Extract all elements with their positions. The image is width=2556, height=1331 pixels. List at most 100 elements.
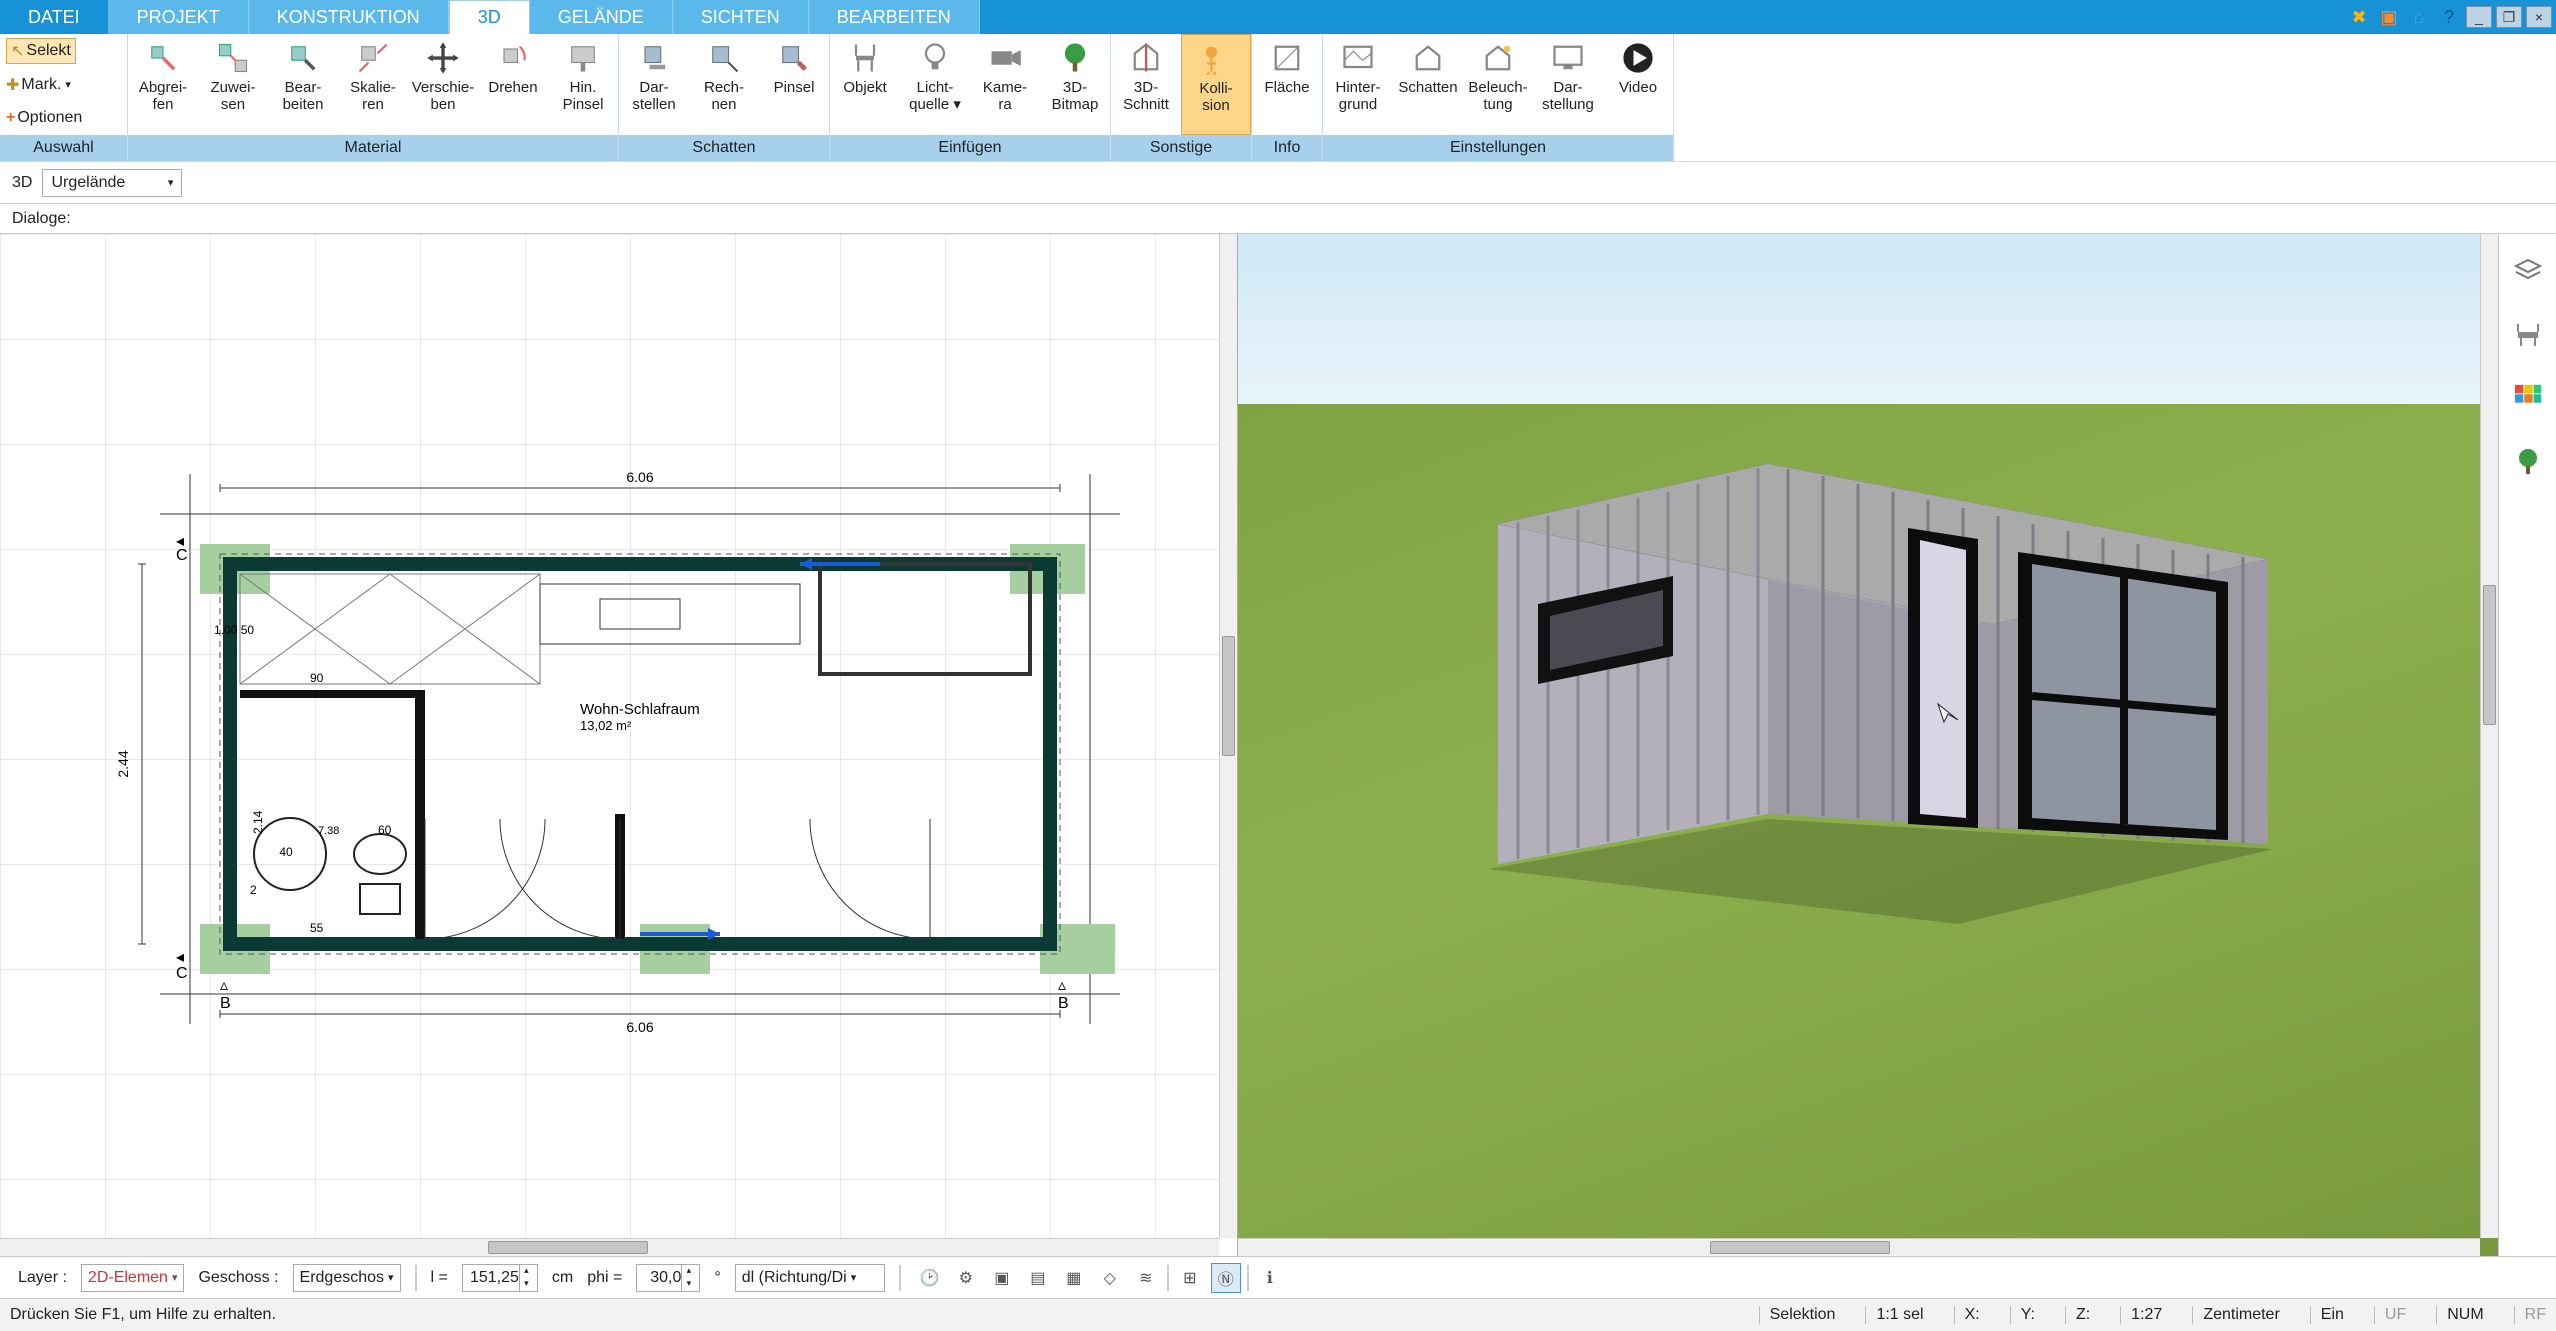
geschoss-select[interactable]: Erdgeschos▾: [293, 1264, 401, 1292]
btn-3dschnitt[interactable]: 3D- Schnitt: [1111, 34, 1181, 135]
status-rf: RF: [2514, 1306, 2546, 1324]
dialog-bar: Dialoge:: [0, 204, 2556, 234]
btn-drehen[interactable]: Drehen: [478, 34, 548, 135]
layer-dropdown[interactable]: Urgelände▾: [42, 169, 182, 197]
view-2d[interactable]: 6.06 6.06 2.44: [0, 234, 1238, 1256]
btn-3dbitmap[interactable]: 3D- Bitmap: [1040, 34, 1110, 135]
btn-kollision[interactable]: Kolli- sion: [1181, 34, 1251, 135]
btn-flaeche[interactable]: Fläche: [1252, 34, 1322, 135]
btn-rechnen[interactable]: Rech- nen: [689, 34, 759, 135]
status-unit: Zentimeter: [2192, 1306, 2279, 1324]
window-minimize[interactable]: _: [2466, 6, 2492, 28]
menu-datei[interactable]: DATEI: [0, 0, 109, 34]
edit-material-icon: [285, 40, 321, 76]
btn-bearbeiten[interactable]: Bear- beiten: [268, 34, 338, 135]
scale-icon: [355, 40, 391, 76]
ribbon-group-schatten: Dar- stellen Rech- nen Pinsel Schatten: [619, 34, 830, 161]
help-icon[interactable]: ?: [2436, 4, 2462, 30]
btn-darstellen[interactable]: Dar- stellen: [619, 34, 689, 135]
btn-hinpinsel[interactable]: Hin. Pinsel: [548, 34, 618, 135]
svg-text:▵: ▵: [220, 977, 228, 994]
optionen-button[interactable]: +Optionen: [6, 109, 82, 127]
palette-swatches-icon[interactable]: [2508, 378, 2548, 418]
gear-icon[interactable]: ⚙: [951, 1263, 981, 1293]
selekt-button[interactable]: ↖Selekt: [6, 38, 76, 64]
svg-text:Wohn-Schlafraum: Wohn-Schlafraum: [580, 701, 700, 718]
grid-icon[interactable]: ⊞: [1175, 1263, 1205, 1293]
menu-sichten[interactable]: SICHTEN: [673, 0, 809, 34]
menu-3d[interactable]: 3D: [449, 0, 530, 34]
btn-kamera[interactable]: Kame- ra: [970, 34, 1040, 135]
btn-pinsel[interactable]: Pinsel: [759, 34, 829, 135]
btn-lichtquelle[interactable]: Licht- quelle ▾: [900, 34, 970, 135]
view-3d[interactable]: [1238, 234, 2498, 1256]
svg-text:60: 60: [378, 823, 392, 837]
menu-bearbeiten[interactable]: BEARBEITEN: [809, 0, 980, 34]
btn-video[interactable]: Video: [1603, 34, 1673, 135]
status-bar: Drücken Sie F1, um Hilfe zu erhalten. Se…: [0, 1298, 2556, 1331]
dialog-label: Dialoge:: [12, 210, 71, 228]
bottom-toolbar: Layer : 2D-Elemen▾ Geschoss : Erdgeschos…: [0, 1256, 2556, 1298]
status-num: NUM: [2436, 1306, 2483, 1324]
building-3d: [1438, 324, 2338, 1004]
rotate-icon: [495, 40, 531, 76]
north-icon[interactable]: Ⓝ: [1211, 1263, 1241, 1293]
diamond-icon[interactable]: ◇: [1095, 1263, 1125, 1293]
dl-select[interactable]: dl (Richtung/Di▾: [735, 1264, 885, 1292]
btn-zuweisen[interactable]: Zuwei- sen: [198, 34, 268, 135]
titlebar-right: ✖ ▣ ⌂ ? _ ❐ ×: [2342, 0, 2556, 34]
btn-schatten-settings[interactable]: Schatten: [1393, 34, 1463, 135]
menu-bar: DATEI PROJEKT KONSTRUKTION 3D GELÄNDE SI…: [0, 0, 2556, 34]
window-restore[interactable]: ❐: [2496, 6, 2522, 28]
status-x: X:: [1954, 1306, 1980, 1324]
btn-abgreifen[interactable]: Abgrei- fen: [128, 34, 198, 135]
status-ratio2: 1:27: [2120, 1306, 2162, 1324]
menu-konstruktion[interactable]: KONSTRUKTION: [249, 0, 449, 34]
info-icon[interactable]: ℹ: [1255, 1263, 1285, 1293]
menu-projekt[interactable]: PROJEKT: [109, 0, 249, 34]
clock-icon[interactable]: 🕑: [915, 1263, 945, 1293]
stack-icon[interactable]: ≋: [1131, 1263, 1161, 1293]
menu-gelaende[interactable]: GELÄNDE: [530, 0, 673, 34]
ribbon-group-sonstige: 3D- Schnitt Kolli- sion Sonstige: [1111, 34, 1252, 161]
svg-text:C: C: [176, 547, 188, 564]
group-title-sonstige: Sonstige: [1111, 135, 1251, 161]
ribbon-group-einstellungen: Hinter- grund Schatten Beleuch- tung Dar…: [1323, 34, 1674, 161]
l-input[interactable]: 151,25▴▾: [462, 1264, 538, 1292]
btn-skalieren[interactable]: Skalie- ren: [338, 34, 408, 135]
ribbon-rest: [1674, 34, 2556, 161]
layer-select[interactable]: 2D-Elemen▾: [81, 1264, 185, 1292]
cube-icon[interactable]: ▣: [987, 1263, 1017, 1293]
status-uf: UF: [2374, 1306, 2406, 1324]
palette-furniture-icon[interactable]: [2508, 314, 2548, 354]
tools-icon[interactable]: ✖: [2346, 4, 2372, 30]
scrollbar-vertical-2d[interactable]: [1219, 234, 1237, 1238]
phi-input[interactable]: 30,0▴▾: [636, 1264, 700, 1292]
btn-darstellung[interactable]: Dar- stellung: [1533, 34, 1603, 135]
window-close[interactable]: ×: [2526, 6, 2552, 28]
tree-icon: [1057, 40, 1093, 76]
btn-verschieben[interactable]: Verschie- ben: [408, 34, 478, 135]
layers2-icon[interactable]: ▤: [1023, 1263, 1053, 1293]
scrollbar-horizontal-2d[interactable]: [0, 1238, 1219, 1256]
floor-plan: 6.06 6.06 2.44: [80, 434, 1160, 1054]
box-icon[interactable]: ▣: [2376, 4, 2402, 30]
status-selektion: Selektion: [1759, 1306, 1836, 1324]
svg-text:B: B: [220, 995, 231, 1012]
scrollbar-horizontal-3d[interactable]: [1238, 1238, 2480, 1256]
btn-beleuchtung[interactable]: Beleuch- tung: [1463, 34, 1533, 135]
group-title-einstellungen: Einstellungen: [1323, 135, 1673, 161]
home-icon[interactable]: ⌂: [2406, 4, 2432, 30]
main-area: 6.06 6.06 2.44: [0, 234, 2556, 1256]
scrollbar-vertical-3d[interactable]: [2480, 234, 2498, 1238]
btn-objekt[interactable]: Objekt: [830, 34, 900, 135]
btn-hintergrund[interactable]: Hinter- grund: [1323, 34, 1393, 135]
mark-dropdown[interactable]: ✚Mark.▾: [6, 75, 71, 95]
hatch-icon[interactable]: ▦: [1059, 1263, 1089, 1293]
svg-text:55: 55: [310, 921, 324, 935]
palette-tree-icon[interactable]: [2508, 442, 2548, 482]
palette-layers-icon[interactable]: [2508, 250, 2548, 290]
deg-label: °: [714, 1269, 720, 1287]
status-ratio1: 1:1 sel: [1865, 1306, 1923, 1324]
assign-icon: [215, 40, 251, 76]
